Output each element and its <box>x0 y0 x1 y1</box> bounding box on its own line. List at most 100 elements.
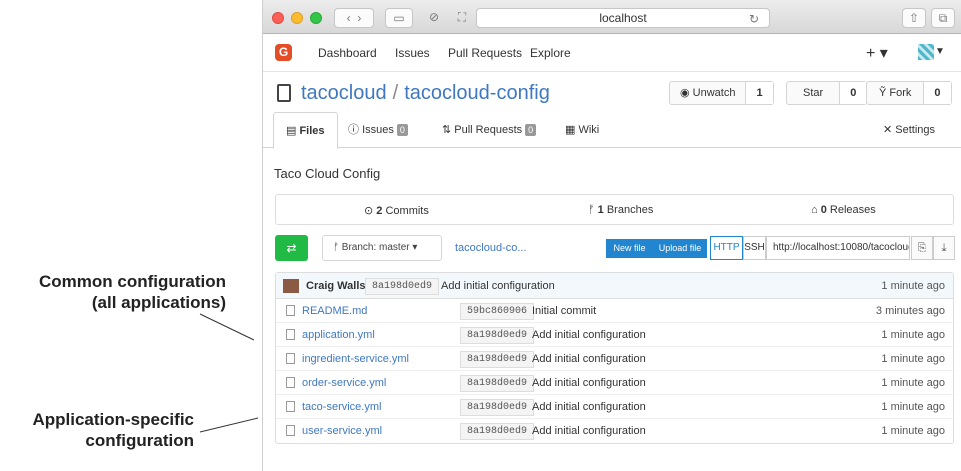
reader-icon[interactable]: ⛶ <box>451 8 473 28</box>
upload-file-button[interactable]: Upload file <box>653 239 707 258</box>
share-icon[interactable]: ⇧ <box>902 8 926 28</box>
file-name-link[interactable]: taco-service.yml <box>302 401 381 413</box>
http-button[interactable]: HTTP <box>710 236 743 260</box>
branches-stat[interactable]: ᚠ 1 Branches <box>588 204 653 216</box>
star-button[interactable]: Star <box>787 82 839 104</box>
sidebar-icon[interactable]: ▭ <box>385 8 413 28</box>
tab-issues[interactable]: ⓘ Issues 0 <box>336 112 420 148</box>
repo-name-link[interactable]: tacocloud-config <box>404 82 550 104</box>
annotation-line: (all applications) <box>91 293 226 312</box>
nav-pull-requests[interactable]: Pull Requests <box>448 46 522 60</box>
path-breadcrumb[interactable]: tacocloud-co... <box>455 242 527 254</box>
repo-header: tacocloud / tacocloud-config ◉ Unwatch 1 S… <box>263 72 961 112</box>
file-row: README.md 59bc860906 Initial commit 3 mi… <box>276 299 953 323</box>
file-name-link[interactable]: order-service.yml <box>302 377 386 389</box>
fork-label: Fork <box>889 87 912 99</box>
file-icon <box>286 401 295 412</box>
close-window-button[interactable] <box>272 12 284 24</box>
nav-dashboard[interactable]: Dashboard <box>318 46 377 60</box>
commits-stat[interactable]: ⊙ 2 Commits <box>364 204 429 217</box>
unwatch-label: Unwatch <box>692 87 736 99</box>
releases-label: Releases <box>829 204 876 216</box>
commit-sha[interactable]: 8a198d0ed9 <box>365 278 440 295</box>
user-avatar[interactable] <box>918 44 934 60</box>
tab-settings[interactable]: ✕ Settings <box>871 112 947 148</box>
zoom-window-button[interactable] <box>310 12 322 24</box>
file-name-link[interactable]: user-service.yml <box>302 425 382 437</box>
commits-count: 2 <box>376 205 383 217</box>
file-commit-sha[interactable]: 8a198d0ed9 <box>460 375 535 392</box>
file-commit-sha[interactable]: 8a198d0ed9 <box>460 351 535 368</box>
shield-icon[interactable]: ⊘ <box>423 8 445 28</box>
leader-line-specific <box>199 417 259 433</box>
file-row: ingredient-service.yml 8a198d0ed9 Add in… <box>276 347 953 371</box>
star-button-group: Star 0 <box>786 81 868 105</box>
tools-icon: ✕ <box>883 124 896 136</box>
file-commit-time: 1 minute ago <box>881 329 945 341</box>
unwatch-button-group: ◉ Unwatch 1 <box>669 81 774 105</box>
clipboard-icon[interactable]: ⎘ <box>911 236 933 260</box>
annotation-line: Application-specific <box>32 410 194 429</box>
file-icon <box>286 353 295 364</box>
file-commit-message: Add initial configuration <box>532 353 646 365</box>
back-forward-buttons[interactable]: ‹ › <box>334 8 374 28</box>
file-commit-time: 1 minute ago <box>881 425 945 437</box>
download-icon[interactable]: ⤓ <box>933 236 955 260</box>
repo-separator: / <box>392 82 399 104</box>
file-commit-sha[interactable]: 59bc860906 <box>460 303 535 320</box>
leader-line-common <box>199 313 255 341</box>
fork-button[interactable]: Ỹ Fork <box>867 82 923 104</box>
repo-tabs: ▤ Files ⓘ Issues 0 ⇅ Pull Requests 0 ▦ Wik… <box>263 112 961 149</box>
nav-explore[interactable]: Explore <box>530 46 571 60</box>
branch-label: Branch: master ▾ <box>341 242 418 253</box>
minimize-window-button[interactable] <box>291 12 303 24</box>
branches-label: Branches <box>606 204 654 216</box>
file-icon <box>286 425 295 436</box>
releases-stat[interactable]: ⌂ 0 Releases <box>811 204 876 216</box>
address-bar[interactable]: localhost ↻ <box>476 8 770 28</box>
pulls-count-badge: 0 <box>525 124 537 136</box>
watch-count[interactable]: 1 <box>745 82 773 104</box>
issues-count-badge: 0 <box>396 124 408 136</box>
file-commit-message: Add initial configuration <box>532 377 646 389</box>
commit-author[interactable]: Craig Walls <box>306 280 366 292</box>
repo-actions-bar: ⇄ ᚠ Branch: master ▾ tacocloud-co... New… <box>275 235 955 263</box>
tabs-icon[interactable]: ⧉ <box>931 8 955 28</box>
new-file-button[interactable]: New file <box>606 239 653 258</box>
repo-description: Taco Cloud Config <box>274 166 381 181</box>
annotation-line: configuration <box>85 431 194 450</box>
file-commit-sha[interactable]: 8a198d0ed9 <box>460 399 535 416</box>
file-commit-sha[interactable]: 8a198d0ed9 <box>460 423 535 440</box>
create-new-menu[interactable]: + ▾ <box>866 43 888 63</box>
reload-icon[interactable]: ↻ <box>749 10 759 28</box>
gogs-logo[interactable]: G <box>275 44 292 61</box>
file-commit-message: Add initial configuration <box>532 401 646 413</box>
compare-button[interactable]: ⇄ <box>275 235 308 261</box>
compare-icon: ⇄ <box>286 241 297 255</box>
file-row: order-service.yml 8a198d0ed9 Add initial… <box>276 371 953 395</box>
file-commit-time: 1 minute ago <box>881 377 945 389</box>
clone-url-input[interactable]: http://localhost:10080/tacocloud/tacoclo… <box>766 236 910 260</box>
file-commit-sha[interactable]: 8a198d0ed9 <box>460 327 535 344</box>
repo-owner-link[interactable]: tacocloud <box>301 82 387 104</box>
fork-count[interactable]: 0 <box>923 82 951 104</box>
commits-label: Commits <box>385 205 429 217</box>
ssh-button[interactable]: SSH <box>743 236 766 260</box>
file-row: user-service.yml 8a198d0ed9 Add initial … <box>276 419 953 443</box>
nav-issues[interactable]: Issues <box>395 46 430 60</box>
file-name-link[interactable]: README.md <box>302 305 367 317</box>
branch-dropdown[interactable]: ᚠ Branch: master ▾ <box>322 235 442 261</box>
star-count[interactable]: 0 <box>839 82 867 104</box>
file-commit-time: 3 minutes ago <box>875 305 945 317</box>
tab-pull-requests[interactable]: ⇅ Pull Requests 0 <box>430 112 548 148</box>
chevron-down-icon[interactable]: ▼ <box>935 46 945 57</box>
file-name-link[interactable]: ingredient-service.yml <box>302 353 409 365</box>
tab-files[interactable]: ▤ Files <box>273 112 338 149</box>
file-name-link[interactable]: application.yml <box>302 329 375 341</box>
unwatch-button[interactable]: ◉ Unwatch <box>670 82 745 104</box>
repo-book-icon <box>277 84 291 102</box>
tag-icon: ⌂ <box>811 204 821 216</box>
tab-wiki[interactable]: ▦ Wiki <box>553 112 611 148</box>
latest-commit-row: Craig Walls 8a198d0ed9 Add initial confi… <box>276 273 953 299</box>
file-row: taco-service.yml 8a198d0ed9 Add initial … <box>276 395 953 419</box>
